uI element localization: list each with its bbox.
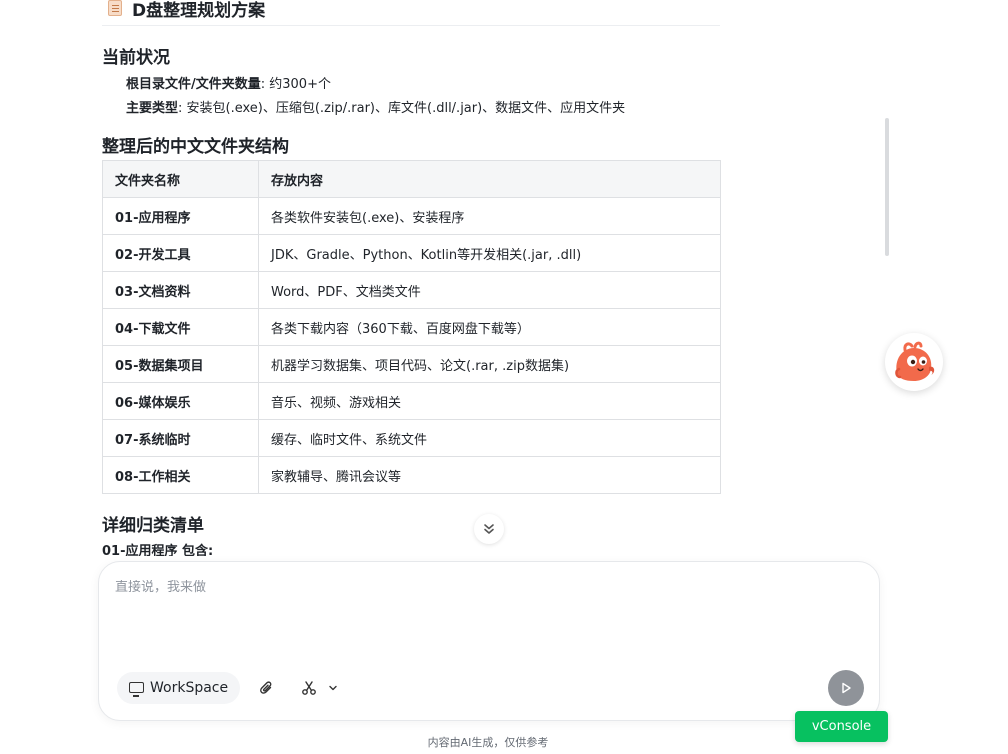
chat-input[interactable] bbox=[115, 580, 855, 595]
folder-contents-cell: 家教辅导、腾讯会议等 bbox=[258, 456, 721, 494]
chevron-down-icon bbox=[329, 685, 337, 691]
status-item-value: : 约300+个 bbox=[260, 77, 331, 92]
folder-structure-table: 文件夹名称 存放内容 01-应用程序 各类软件安装包(.exe)、安装程序 02-… bbox=[102, 160, 721, 494]
document-title-text: D盘整理规划方案 bbox=[132, 0, 266, 21]
table-row: 05-数据集项目 机器学习数据集、项目代码、论文(.rar, .zip数据集) bbox=[102, 345, 721, 383]
status-item-types: 主要类型: 安装包(.exe)、压缩包(.zip/.rar)、库文件(.dll/… bbox=[126, 97, 625, 116]
status-item-label: 根目录文件/文件夹数量 bbox=[126, 77, 261, 92]
folder-name-cell: 02-开发工具 bbox=[102, 234, 259, 272]
table-row: 03-文档资料 Word、PDF、文档类文件 bbox=[102, 271, 721, 309]
folder-contents-cell: 各类下载内容（360下载、百度网盘下载等） bbox=[258, 308, 721, 346]
column-header-contents: 存放内容 bbox=[258, 160, 721, 198]
folder-contents-cell: Word、PDF、文档类文件 bbox=[258, 271, 721, 309]
screenshot-options-dropdown[interactable] bbox=[323, 674, 343, 702]
double-chevron-down-icon bbox=[484, 524, 494, 534]
paperclip-icon bbox=[260, 681, 272, 694]
folder-name-cell: 03-文档资料 bbox=[102, 271, 259, 309]
folder-name-cell: 06-媒体娱乐 bbox=[102, 382, 259, 420]
attach-file-button[interactable] bbox=[253, 674, 281, 702]
table-header-row: 文件夹名称 存放内容 bbox=[102, 160, 721, 198]
table-row: 08-工作相关 家教辅导、腾讯会议等 bbox=[102, 456, 721, 494]
folder-name-cell: 07-系统临时 bbox=[102, 419, 259, 457]
status-item-count: 根目录文件/文件夹数量: 约300+个 bbox=[126, 73, 331, 92]
folder-name-cell: 04-下载文件 bbox=[102, 308, 259, 346]
folder-contents-cell: JDK、Gradle、Python、Kotlin等开发相关(.jar, .dll… bbox=[258, 234, 721, 272]
document-title: D盘整理规划方案 bbox=[108, 0, 265, 22]
folder-name-cell: 05-数据集项目 bbox=[102, 345, 259, 383]
folder-name-cell: 08-工作相关 bbox=[102, 456, 259, 494]
assistant-mascot-button[interactable] bbox=[885, 333, 943, 391]
scrollbar-thumb[interactable] bbox=[885, 118, 889, 256]
status-item-value: : 安装包(.exe)、压缩包(.zip/.rar)、库文件(.dll/.jar… bbox=[178, 101, 626, 116]
folder-name-cell: 01-应用程序 bbox=[102, 197, 259, 235]
table-row: 01-应用程序 各类软件安装包(.exe)、安装程序 bbox=[102, 197, 721, 235]
section-heading-status: 当前状况 bbox=[102, 48, 170, 68]
folder-contents-cell: 机器学习数据集、项目代码、论文(.rar, .zip数据集) bbox=[258, 345, 721, 383]
table-row: 04-下载文件 各类下载内容（360下载、百度网盘下载等） bbox=[102, 308, 721, 346]
detail-partial-line: 01-应用程序 包含: bbox=[102, 544, 214, 556]
status-item-label: 主要类型 bbox=[126, 101, 179, 116]
folder-contents-cell: 音乐、视频、游戏相关 bbox=[258, 382, 721, 420]
screenshot-tool-button[interactable] bbox=[295, 674, 323, 702]
folder-contents-cell: 缓存、临时文件、系统文件 bbox=[258, 419, 721, 457]
section-heading-detail: 详细归类清单 bbox=[102, 516, 204, 536]
workspace-button[interactable]: WorkSpace bbox=[117, 672, 241, 704]
document-icon bbox=[108, 0, 122, 16]
table-row: 06-媒体娱乐 音乐、视频、游戏相关 bbox=[102, 382, 721, 420]
mascot-icon bbox=[895, 341, 935, 381]
section-heading-structure: 整理后的中文文件夹结构 bbox=[102, 137, 289, 157]
table-row: 02-开发工具 JDK、Gradle、Python、Kotlin等开发相关(.ja… bbox=[102, 234, 721, 272]
ai-disclaimer: 内容由AI生成，仅供参考 bbox=[427, 736, 549, 749]
chat-composer: WorkSpace bbox=[98, 561, 880, 721]
workspace-label: WorkSpace bbox=[150, 680, 229, 696]
column-header-folder-name: 文件夹名称 bbox=[102, 160, 259, 198]
send-button[interactable] bbox=[828, 670, 864, 706]
scroll-to-bottom-button[interactable] bbox=[474, 514, 504, 544]
send-icon bbox=[842, 682, 851, 694]
title-divider bbox=[102, 25, 720, 26]
document-content: D盘整理规划方案 当前状况 根目录文件/文件夹数量: 约300+个 主要类型: … bbox=[102, 0, 722, 556]
monitor-icon bbox=[129, 681, 144, 697]
folder-contents-cell: 各类软件安装包(.exe)、安装程序 bbox=[258, 197, 721, 235]
table-row: 07-系统临时 缓存、临时文件、系统文件 bbox=[102, 419, 721, 457]
scissors-icon bbox=[302, 681, 316, 695]
